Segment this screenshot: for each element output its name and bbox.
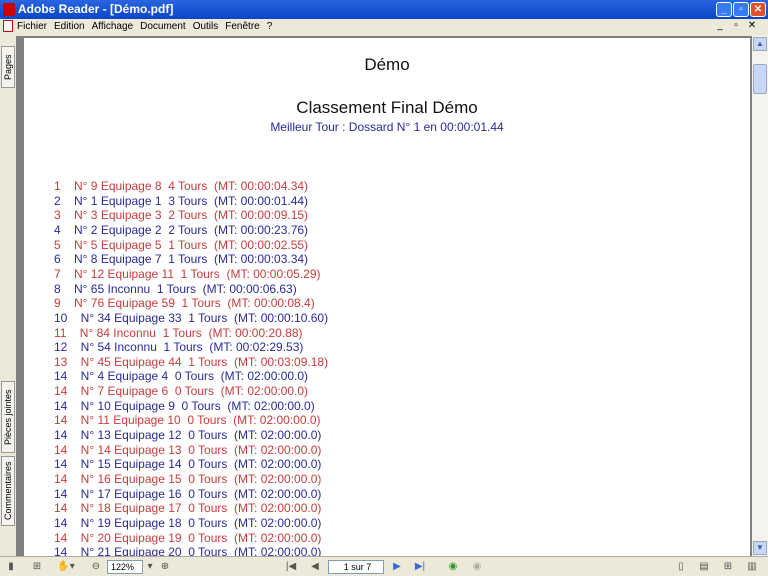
scroll-up-button[interactable]: ▲	[753, 37, 767, 51]
menu-fenetre[interactable]: Fenêtre	[225, 19, 259, 35]
ranking-row: 14 N° 16 Equipage 15 0 Tours (MT: 02:00:…	[54, 472, 322, 486]
go-back-icon[interactable]: ◉	[446, 560, 460, 574]
go-forward-icon[interactable]: ◉	[470, 560, 484, 574]
zoom-in-icon[interactable]: ⊕	[158, 560, 172, 574]
ranking-row: 1 N° 9 Equipage 8 4 Tours (MT: 00:00:04.…	[54, 179, 309, 193]
next-page-icon[interactable]: ▶	[390, 560, 404, 574]
zoom-field[interactable]: 122%	[107, 560, 143, 574]
menu-fichier[interactable]: Fichier	[17, 19, 47, 35]
first-page-icon[interactable]: |◀	[284, 560, 298, 574]
document-heading: Démo	[364, 55, 410, 74]
vertical-scrollbar[interactable]: ▲ ▼	[752, 36, 768, 556]
tab-attachments[interactable]: Pièces jointes	[1, 381, 15, 453]
previous-page-icon[interactable]: ◀	[308, 560, 322, 574]
ranking-row: 14 N° 4 Equipage 4 0 Tours (MT: 02:00:00…	[54, 369, 309, 384]
pdf-page: Démo Classement Final Démo Meilleur Tour…	[24, 38, 750, 558]
ranking-row: 13 N° 45 Equipage 44 1 Tours (MT: 00:03:…	[54, 354, 329, 369]
ranking-row: 14 N° 14 Equipage 13 0 Tours (MT: 02:00:…	[54, 442, 322, 457]
ranking-row: 14 N° 19 Equipage 18 0 Tours (MT: 02:00:…	[54, 515, 322, 530]
doc-close-button[interactable]: ✕	[746, 20, 758, 31]
minimize-button[interactable]: _	[716, 2, 732, 17]
document-title: Classement Final Démo	[296, 98, 478, 117]
continuous-icon[interactable]: ▤	[697, 560, 711, 574]
zoom-out-icon[interactable]: ⊖	[89, 560, 103, 574]
scroll-down-button[interactable]: ▼	[753, 541, 767, 555]
ranking-row: 14 N° 10 Equipage 9 0 Tours (MT: 02:00:0…	[54, 398, 315, 413]
ranking-row: 14 N° 7 Equipage 6 0 Tours (MT: 02:00:00…	[54, 384, 309, 399]
status-toolbar: ▮ ⊞ ✋▾ ⊖ 122% ▾ ⊕ |◀ ◀ 1 sur 7 ▶ ▶| ◉ ◉ …	[0, 556, 768, 576]
maximize-button[interactable]: ▫	[733, 2, 749, 17]
doc-restore-button[interactable]: ▫	[730, 20, 742, 31]
ranking-row: 12 N° 54 Inconnu 1 Tours (MT: 00:02:29.5…	[54, 340, 304, 355]
ranking-row: 8 N° 65 Inconnu 1 Tours (MT: 00:00:06.63…	[54, 281, 297, 296]
ranking-row: 5 N° 5 Equipage 5 1 Tours (MT: 00:00:02.…	[54, 237, 309, 252]
pdf-document-icon	[3, 20, 13, 33]
menu-outils[interactable]: Outils	[193, 19, 219, 35]
ranking-row: 14 N° 13 Equipage 12 0 Tours (MT: 02:00:…	[54, 428, 322, 443]
title-bar: Adobe Reader - [Démo.pdf] _ ▫ ✕	[0, 0, 768, 19]
doc-minimize-button[interactable]: _	[714, 20, 726, 31]
document-subtitle: Meilleur Tour : Dossard N° 1 en 00:00:01…	[270, 120, 504, 134]
ranking-row: 10 N° 34 Equipage 33 1 Tours (MT: 00:00:…	[54, 310, 329, 325]
ranking-row: 14 N° 11 Equipage 10 0 Tours (MT: 02:00:…	[54, 413, 321, 428]
ranking-row: 3 N° 3 Equipage 3 2 Tours (MT: 00:00:09.…	[54, 208, 309, 223]
single-page-icon[interactable]: ▯	[674, 560, 688, 574]
menu-help[interactable]: ?	[267, 19, 273, 35]
panel-toggle-icon[interactable]: ▮	[4, 560, 18, 574]
scroll-thumb[interactable]	[753, 64, 767, 94]
zoom-dropdown-icon[interactable]: ▾	[143, 560, 157, 574]
ranking-row: 14 N° 17 Equipage 16 0 Tours (MT: 02:00:…	[54, 486, 322, 501]
menu-document[interactable]: Document	[140, 19, 186, 35]
tab-comments[interactable]: Commentaires	[1, 456, 15, 526]
tab-pages[interactable]: Pages	[1, 46, 15, 88]
page-field[interactable]: 1 sur 7	[328, 560, 384, 574]
select-tool-icon[interactable]: ⊞	[30, 560, 44, 574]
ranking-row: 2 N° 1 Equipage 1 3 Tours (MT: 00:00:01.…	[54, 193, 309, 208]
ranking-row: 9 N° 76 Equipage 59 1 Tours (MT: 00:00:0…	[54, 296, 315, 311]
last-page-icon[interactable]: ▶|	[413, 560, 427, 574]
continuous-facing-icon[interactable]: ▥	[745, 560, 759, 574]
hand-tool-icon[interactable]: ✋▾	[56, 560, 76, 574]
ranking-row: 14 N° 15 Equipage 14 0 Tours (MT: 02:00:…	[54, 457, 322, 472]
menu-edition[interactable]: Edition	[54, 19, 85, 35]
window-title: Adobe Reader - [Démo.pdf]	[18, 2, 174, 16]
facing-icon[interactable]: ⊞	[721, 560, 735, 574]
document-area: Démo Classement Final Démo Meilleur Tour…	[16, 36, 752, 558]
ranking-row: 4 N° 2 Equipage 2 2 Tours (MT: 00:00:23.…	[54, 222, 309, 237]
navigation-panel: Pages Pièces jointes Commentaires	[0, 36, 16, 556]
menu-bar: Fichier Edition Affichage Document Outils Fen…	[0, 19, 768, 35]
ranking-row: 11 N° 84 Inconnu 1 Tours (MT: 00:00:20.8…	[54, 325, 303, 340]
close-button[interactable]: ✕	[750, 2, 766, 17]
menu-affichage[interactable]: Affichage	[92, 19, 134, 35]
ranking-row: 14 N° 18 Equipage 17 0 Tours (MT: 02:00:…	[54, 501, 322, 516]
ranking-row: 6 N° 8 Equipage 7 1 Tours (MT: 00:00:03.…	[54, 252, 309, 267]
adobe-reader-icon	[3, 3, 15, 16]
ranking-row: 7 N° 12 Equipage 11 1 Tours (MT: 00:00:0…	[54, 266, 321, 281]
ranking-row: 14 N° 20 Equipage 19 0 Tours (MT: 02:00:…	[54, 530, 322, 545]
